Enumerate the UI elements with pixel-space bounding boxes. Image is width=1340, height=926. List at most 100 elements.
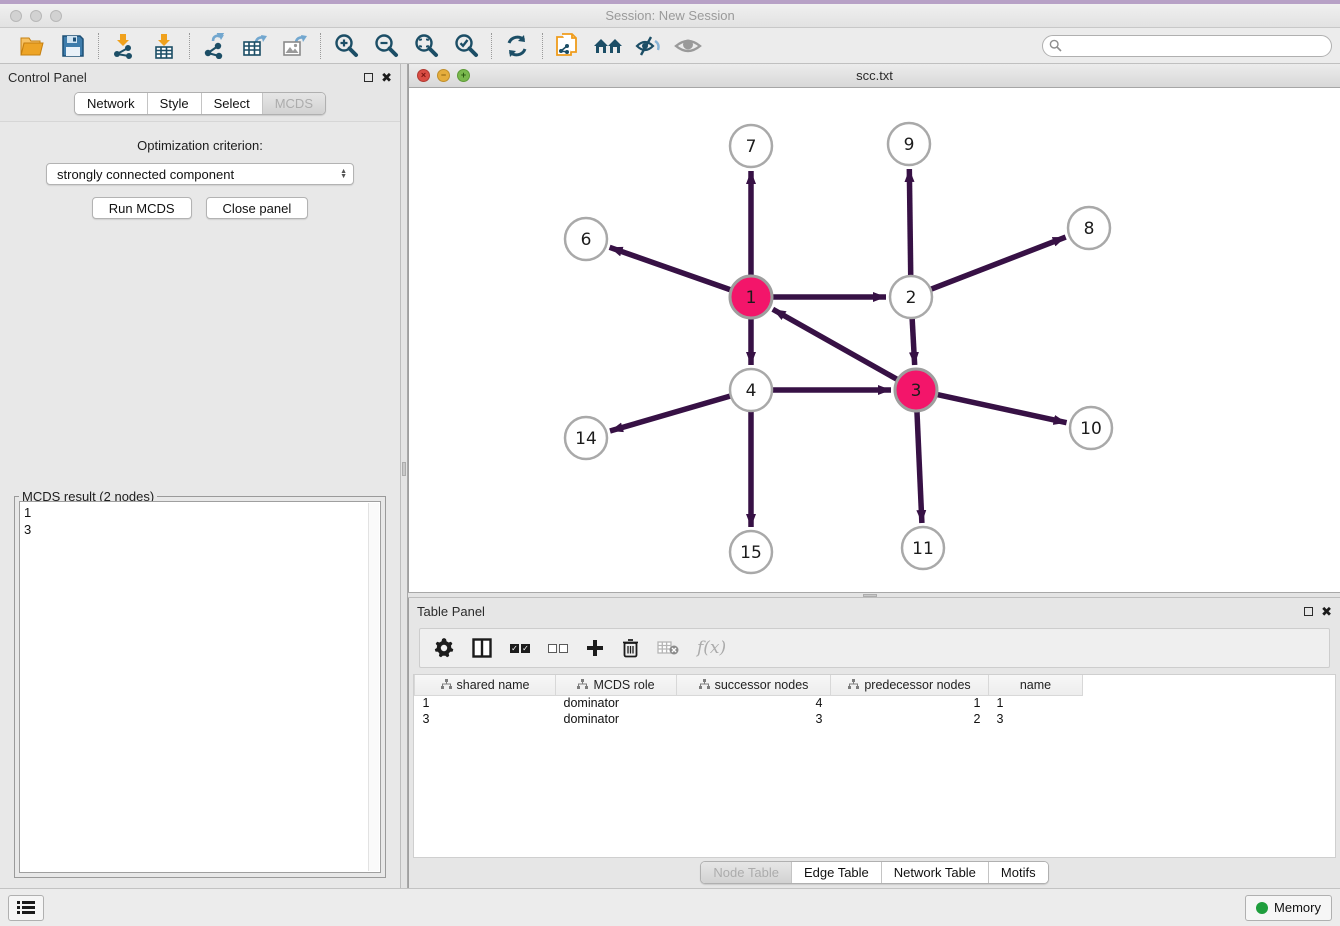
save-session-button[interactable] (58, 32, 88, 60)
close-window-icon[interactable] (10, 10, 22, 22)
import-network-button[interactable] (109, 32, 139, 60)
graph-edge-3-11[interactable] (917, 407, 922, 523)
graph-node-4[interactable]: 4 (730, 369, 772, 411)
table-tabs: Node Table Edge Table Network Table Moti… (409, 858, 1340, 888)
tab-motifs[interactable]: Motifs (989, 862, 1048, 883)
close-panel-icon[interactable]: ✖ (1321, 605, 1332, 618)
copy-network-button[interactable] (553, 32, 583, 60)
float-panel-icon[interactable] (1304, 607, 1313, 616)
graph-edge-2-8[interactable] (927, 237, 1066, 291)
graph-node-6[interactable]: 6 (565, 218, 607, 260)
birds-eye-button[interactable] (673, 32, 703, 60)
network-maximize-icon[interactable]: + (457, 69, 470, 82)
memory-label: Memory (1274, 900, 1321, 915)
close-panel-button[interactable]: Close panel (206, 197, 309, 219)
network-close-icon[interactable]: × (417, 69, 430, 82)
zoom-fit-button[interactable] (411, 32, 441, 60)
column-header-successor-nodes[interactable]: successor nodes (677, 675, 831, 695)
tab-edge-table[interactable]: Edge Table (792, 862, 882, 883)
graph-edge-3-1[interactable] (773, 309, 901, 381)
vertical-splitter[interactable] (400, 64, 408, 888)
export-table-button[interactable] (240, 32, 270, 60)
graph-edge-1-6[interactable] (610, 247, 735, 291)
function-builder-icon[interactable]: f(x) (697, 638, 726, 658)
column-header-shared-name[interactable]: shared name (415, 675, 556, 695)
graph-node-2[interactable]: 2 (890, 276, 932, 318)
graph-node-label: 10 (1080, 419, 1102, 439)
network-minimize-icon[interactable]: − (437, 69, 450, 82)
column-header-predecessor-nodes[interactable]: predecessor nodes (831, 675, 989, 695)
graph-node-10[interactable]: 10 (1070, 407, 1112, 449)
graph-node-1[interactable]: 1 (730, 276, 772, 318)
export-image-button[interactable] (280, 32, 310, 60)
float-panel-icon[interactable] (364, 73, 373, 82)
select-all-icon[interactable]: ✓✓ (510, 644, 530, 653)
save-session-icon (62, 35, 84, 57)
import-table-icon (153, 33, 175, 59)
minimize-window-icon[interactable] (30, 10, 42, 22)
maximize-window-icon[interactable] (50, 10, 62, 22)
optimization-select-value: strongly connected component (57, 167, 234, 182)
graph-node-7[interactable]: 7 (730, 125, 772, 167)
graph-node-3[interactable]: 3 (895, 369, 937, 411)
table-panel-title: Table Panel (417, 604, 485, 619)
horizontal-splitter[interactable] (408, 592, 1340, 598)
network-canvas[interactable]: 7 9 6 8 1 2 4 3 14 10 15 11 (409, 88, 1340, 592)
zoom-in-button[interactable] (331, 32, 361, 60)
splitter-grip[interactable] (863, 594, 877, 597)
zoom-selected-button[interactable] (451, 32, 481, 60)
window-titlebar: Session: New Session (0, 0, 1340, 28)
first-neighbors-button[interactable] (593, 32, 623, 60)
search-input[interactable] (1042, 35, 1332, 57)
memory-button[interactable]: Memory (1245, 895, 1332, 921)
tab-node-table[interactable]: Node Table (701, 862, 792, 883)
export-network-button[interactable] (200, 32, 230, 60)
tab-mcds[interactable]: MCDS (263, 93, 325, 114)
graph-node-9[interactable]: 9 (888, 123, 930, 165)
table-row[interactable]: 3 dominator 3 2 3 (415, 711, 1083, 727)
deselect-all-icon[interactable] (548, 644, 568, 653)
delete-column-icon[interactable] (622, 638, 639, 658)
tab-select[interactable]: Select (202, 93, 263, 114)
graph-edge-4-14[interactable] (610, 395, 735, 431)
graph-node-11[interactable]: 11 (902, 527, 944, 569)
command-panel-button[interactable] (8, 895, 44, 921)
column-header-mcds-role[interactable]: MCDS role (556, 675, 677, 695)
tab-network-table[interactable]: Network Table (882, 862, 989, 883)
gear-icon[interactable] (434, 638, 454, 658)
open-session-button[interactable] (18, 32, 48, 60)
graph-edge-2-9[interactable] (909, 169, 910, 280)
hide-graphics-button[interactable] (633, 32, 663, 60)
zoom-out-button[interactable] (371, 32, 401, 60)
table-row[interactable]: 1 dominator 4 1 1 (415, 695, 1083, 711)
result-scrollbar[interactable] (368, 503, 379, 871)
mcds-result-item: 1 (24, 504, 380, 521)
optimization-select[interactable]: strongly connected component ▲▼ (46, 163, 354, 185)
delete-table-icon[interactable] (657, 640, 679, 656)
chevron-updown-icon: ▲▼ (340, 169, 347, 179)
splitter-grip[interactable] (402, 462, 406, 476)
close-panel-icon[interactable]: ✖ (381, 71, 392, 84)
graph-edge-2-3[interactable] (912, 314, 915, 365)
graph-node-label: 1 (746, 288, 757, 308)
column-chooser-icon[interactable] (472, 638, 492, 658)
window-traffic-lights[interactable] (10, 4, 62, 27)
graph-node-15[interactable]: 15 (730, 531, 772, 573)
graph-node-label: 9 (904, 135, 915, 155)
network-view-window: × − + scc.txt 7968124314101511 (408, 64, 1340, 592)
graph-node-8[interactable]: 8 (1068, 207, 1110, 249)
graph-node-14[interactable]: 14 (565, 417, 607, 459)
import-table-button[interactable] (149, 32, 179, 60)
mcds-result-list[interactable]: 1 3 (19, 501, 381, 873)
column-header-name[interactable]: name (989, 675, 1083, 695)
control-panel: Control Panel ✖ Network Style Select MCD… (0, 64, 400, 888)
run-mcds-button[interactable]: Run MCDS (92, 197, 192, 219)
mcds-result-item: 3 (24, 521, 380, 538)
node-table[interactable]: shared name (413, 674, 1336, 858)
network-graph[interactable]: 7 9 6 8 1 2 4 3 14 10 15 11 (409, 88, 1339, 592)
add-column-icon[interactable] (586, 639, 604, 657)
graph-edge-3-10[interactable] (933, 394, 1067, 423)
tab-network[interactable]: Network (75, 93, 148, 114)
apply-layout-button[interactable] (502, 32, 532, 60)
tab-style[interactable]: Style (148, 93, 202, 114)
